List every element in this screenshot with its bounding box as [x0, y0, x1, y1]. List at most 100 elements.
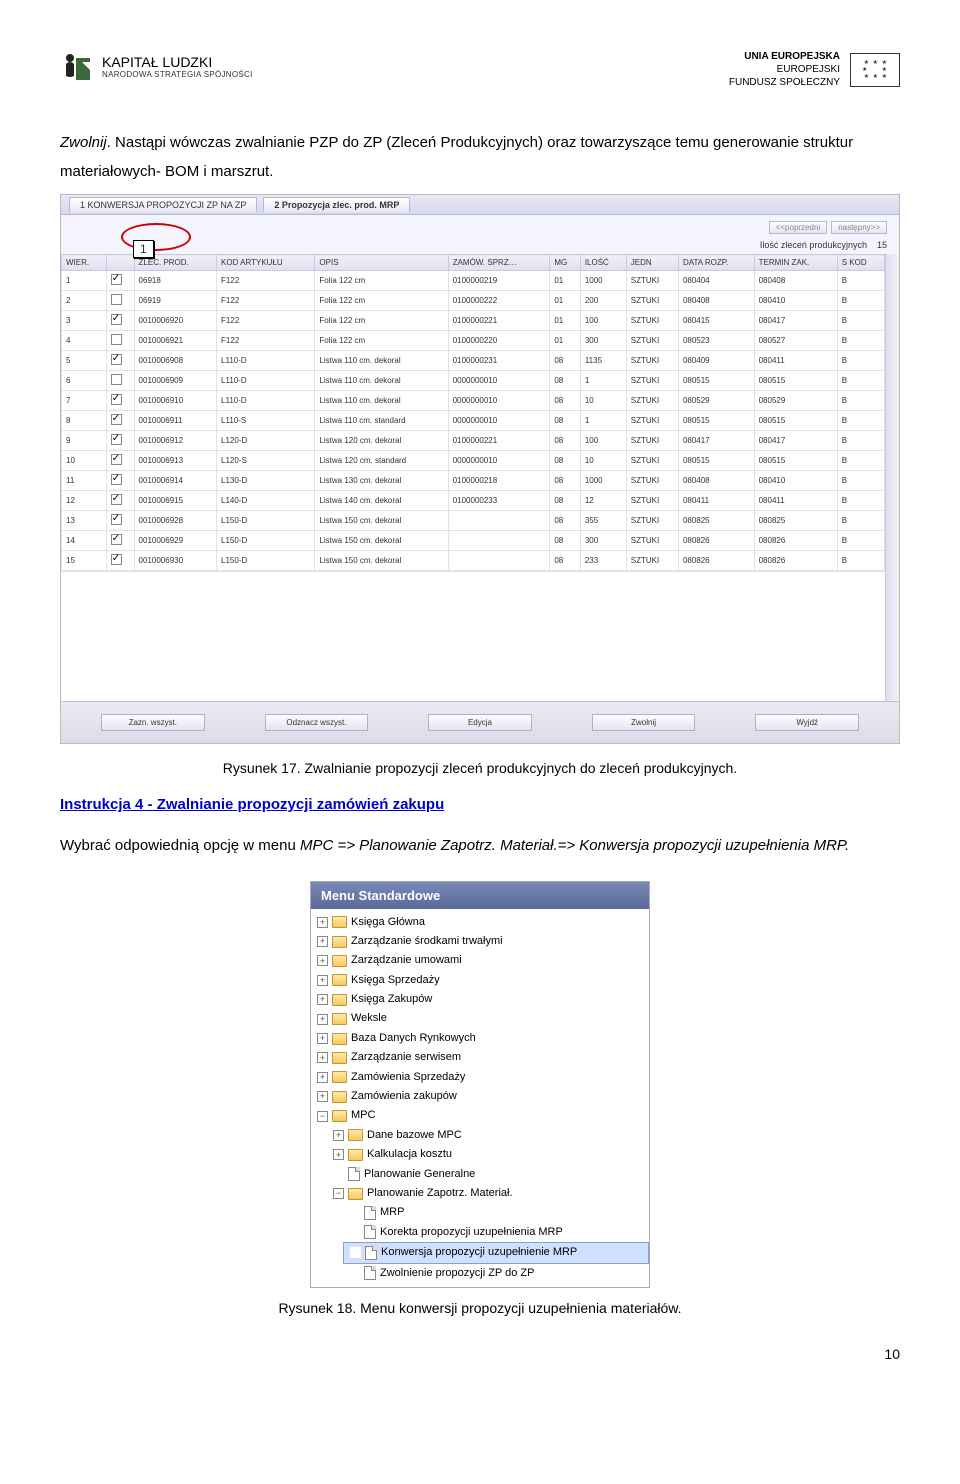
- tree-item[interactable]: Konwersja propozycji uzupełnienie MRP: [343, 1242, 649, 1263]
- row-checkbox[interactable]: [111, 314, 122, 325]
- column-header[interactable]: ZAMÓW. SPRZ…: [448, 255, 550, 271]
- column-header[interactable]: MG: [550, 255, 580, 271]
- row-checkbox[interactable]: [111, 274, 122, 285]
- row-checkbox[interactable]: [111, 354, 122, 365]
- tree-item[interactable]: +Zarządzanie serwisem: [311, 1048, 649, 1067]
- table-cell: 080515: [754, 411, 837, 431]
- tree-item[interactable]: Zwolnienie propozycji ZP do ZP: [343, 1264, 649, 1283]
- column-header[interactable]: OPIS: [315, 255, 448, 271]
- expand-icon[interactable]: +: [317, 917, 328, 928]
- expand-icon[interactable]: +: [333, 1130, 344, 1141]
- row-checkbox[interactable]: [111, 514, 122, 525]
- expand-icon[interactable]: +: [317, 1033, 328, 1044]
- menu-tree[interactable]: +Księga Główna+Zarządzanie środkami trwa…: [311, 909, 649, 1287]
- table-cell: 080825: [678, 511, 754, 531]
- vertical-scrollbar[interactable]: [885, 254, 899, 701]
- folder-icon: [332, 936, 347, 948]
- row-checkbox[interactable]: [111, 554, 122, 565]
- tree-item[interactable]: +Księga Sprzedaży: [311, 971, 649, 990]
- collapse-icon[interactable]: −: [317, 1111, 328, 1122]
- table-row[interactable]: 50010006908L110-DListwa 110 cm. dekoral0…: [62, 351, 885, 371]
- tree-item[interactable]: +Zamówienia zakupów: [311, 1087, 649, 1106]
- table-row[interactable]: 150010006930L150-DListwa 150 cm. dekoral…: [62, 551, 885, 571]
- column-header[interactable]: KOD ARTYKUŁU: [217, 255, 315, 271]
- expand-icon[interactable]: +: [317, 994, 328, 1005]
- tree-item[interactable]: −MPC: [311, 1106, 649, 1125]
- expand-icon[interactable]: +: [317, 1072, 328, 1083]
- expand-icon[interactable]: +: [333, 1149, 344, 1160]
- table-row[interactable]: 120010006915L140-DListwa 140 cm. dekoral…: [62, 491, 885, 511]
- table-row[interactable]: 106918F122Folia 122 cm0100000219011000SZ…: [62, 271, 885, 291]
- column-header[interactable]: JEDN: [626, 255, 678, 271]
- table-row[interactable]: 206919F122Folia 122 cm010000022201200SZT…: [62, 291, 885, 311]
- table-row[interactable]: 70010006910L110-DListwa 110 cm. dekoral0…: [62, 391, 885, 411]
- tree-item[interactable]: +Zarządzanie umowami: [311, 951, 649, 970]
- tree-item[interactable]: +Zarządzanie środkami trwałymi: [311, 932, 649, 951]
- row-checkbox[interactable]: [111, 414, 122, 425]
- table-row[interactable]: 130010006928L150-DListwa 150 cm. dekoral…: [62, 511, 885, 531]
- table-row[interactable]: 110010006914L130-DListwa 130 cm. dekoral…: [62, 471, 885, 491]
- tree-item[interactable]: +Dane bazowe MPC: [327, 1126, 649, 1145]
- table-row[interactable]: 30010006920F122Folia 122 cm0100000221011…: [62, 311, 885, 331]
- expand-icon[interactable]: +: [317, 975, 328, 986]
- tree-item[interactable]: Korekta propozycji uzupełnienia MRP: [343, 1223, 649, 1242]
- table-cell: L140-D: [217, 491, 315, 511]
- deselect-all-button[interactable]: Odznacz wszyst.: [265, 714, 369, 731]
- column-header[interactable]: TERMIN ZAK.: [754, 255, 837, 271]
- release-button[interactable]: Zwolnij: [592, 714, 696, 731]
- table-row[interactable]: 100010006913L120-SListwa 120 cm. standar…: [62, 451, 885, 471]
- tree-item[interactable]: +Weksle: [311, 1009, 649, 1028]
- tree-label: Korekta propozycji uzupełnienia MRP: [380, 1225, 563, 1240]
- table-row[interactable]: 80010006911L110-SListwa 110 cm. standard…: [62, 411, 885, 431]
- expand-icon[interactable]: +: [317, 1052, 328, 1063]
- next-button[interactable]: następny>>: [831, 221, 887, 234]
- table-cell: 080417: [754, 431, 837, 451]
- edit-button[interactable]: Edycja: [428, 714, 532, 731]
- tree-item[interactable]: +Baza Danych Rynkowych: [311, 1029, 649, 1048]
- tree-item[interactable]: −Planowanie Zapotrz. Materiał.: [327, 1184, 649, 1203]
- tab-1[interactable]: 1 KONWERSJA PROPOZYCJI ZP NA ZP: [69, 197, 257, 212]
- table-row[interactable]: 40010006921F122Folia 122 cm0100000220013…: [62, 331, 885, 351]
- column-header[interactable]: DATA ROZP.: [678, 255, 754, 271]
- expand-icon[interactable]: +: [317, 1091, 328, 1102]
- table-cell: F122: [217, 291, 315, 311]
- table-cell: B: [837, 551, 884, 571]
- tree-item[interactable]: +Księga Główna: [311, 913, 649, 932]
- column-header[interactable]: ILOŚĆ: [580, 255, 626, 271]
- select-all-button[interactable]: Zazn. wszyst.: [101, 714, 205, 731]
- collapse-icon[interactable]: −: [333, 1188, 344, 1199]
- table-cell: 080527: [754, 331, 837, 351]
- tab-2[interactable]: 2 Propozycja zlec. prod. MRP: [263, 197, 410, 212]
- tree-item[interactable]: MRP: [343, 1203, 649, 1222]
- table-row[interactable]: 60010006909L110-DListwa 110 cm. dekoral0…: [62, 371, 885, 391]
- table-row[interactable]: 90010006912L120-DListwa 120 cm. dekoral0…: [62, 431, 885, 451]
- column-header[interactable]: S KOD: [837, 255, 884, 271]
- row-checkbox[interactable]: [111, 374, 122, 385]
- expand-icon[interactable]: +: [317, 936, 328, 947]
- row-checkbox[interactable]: [111, 534, 122, 545]
- row-checkbox[interactable]: [111, 334, 122, 345]
- column-header[interactable]: [106, 255, 134, 271]
- tree-item[interactable]: +Księga Zakupów: [311, 990, 649, 1009]
- table-cell: SZTUKI: [626, 531, 678, 551]
- eu-flag-icon: ★ ★ ★★ ★★ ★ ★: [850, 53, 900, 87]
- expand-icon[interactable]: +: [317, 955, 328, 966]
- exit-button[interactable]: Wyjdź: [755, 714, 859, 731]
- tree-item[interactable]: +Kalkulacja kosztu: [327, 1145, 649, 1164]
- row-checkbox[interactable]: [111, 294, 122, 305]
- row-checkbox[interactable]: [111, 474, 122, 485]
- row-checkbox[interactable]: [111, 434, 122, 445]
- tree-item[interactable]: +Zamówienia Sprzedaży: [311, 1068, 649, 1087]
- data-grid[interactable]: WIER.ZLEC. PROD.KOD ARTYKUŁUOPISZAMÓW. S…: [61, 254, 885, 571]
- row-checkbox[interactable]: [111, 454, 122, 465]
- row-checkbox[interactable]: [111, 394, 122, 405]
- table-row[interactable]: 140010006929L150-DListwa 150 cm. dekoral…: [62, 531, 885, 551]
- expand-icon[interactable]: +: [317, 1014, 328, 1025]
- app-screenshot-1: 1 1 KONWERSJA PROPOZYCJI ZP NA ZP 2 Prop…: [60, 194, 900, 744]
- table-cell: 080515: [754, 371, 837, 391]
- column-header[interactable]: WIER.: [62, 255, 107, 271]
- table-cell: 080826: [678, 551, 754, 571]
- prev-button[interactable]: <<poprzedni: [769, 221, 827, 234]
- row-checkbox[interactable]: [111, 494, 122, 505]
- tree-item[interactable]: Planowanie Generalne: [327, 1165, 649, 1184]
